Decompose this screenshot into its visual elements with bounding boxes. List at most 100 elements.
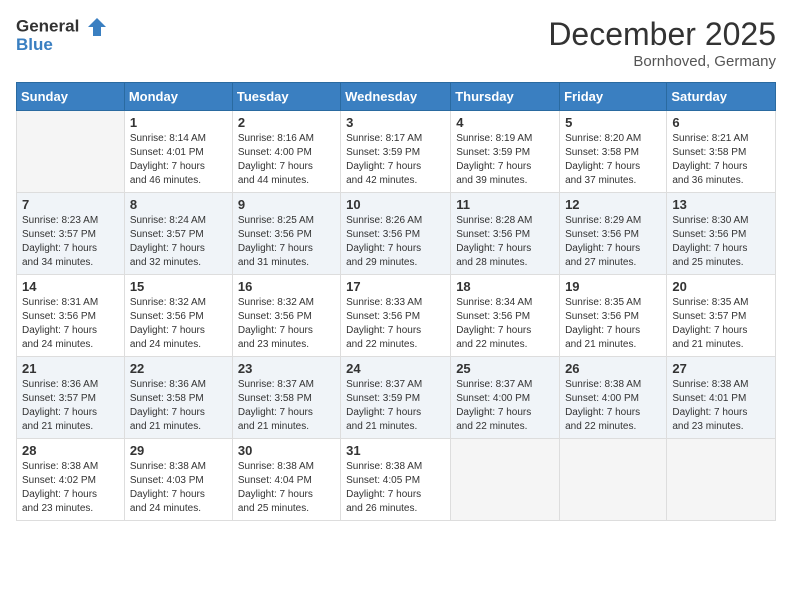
day-info: Sunrise: 8:24 AMSunset: 3:57 PMDaylight:… bbox=[130, 214, 227, 270]
calendar-cell: 6 Sunrise: 8:21 AMSunset: 3:58 PMDaylight… bbox=[667, 111, 776, 193]
calendar-cell: 18 Sunrise: 8:34 AMSunset: 3:56 PMDayligh… bbox=[451, 275, 560, 357]
day-info: Sunrise: 8:38 AMSunset: 4:01 PMDaylight:… bbox=[672, 378, 770, 434]
title-section: December 2025 Bornhoved, Germany bbox=[548, 16, 776, 70]
day-info: Sunrise: 8:38 AMSunset: 4:02 PMDaylight:… bbox=[22, 460, 119, 516]
month-title: December 2025 bbox=[548, 16, 776, 53]
weekday-header-friday: Friday bbox=[560, 83, 667, 111]
day-info: Sunrise: 8:14 AMSunset: 4:01 PMDaylight:… bbox=[130, 132, 227, 188]
day-number: 15 bbox=[130, 279, 227, 294]
day-info: Sunrise: 8:19 AMSunset: 3:59 PMDaylight:… bbox=[456, 132, 554, 188]
calendar-table: SundayMondayTuesdayWednesdayThursdayFrid… bbox=[16, 82, 776, 521]
calendar-cell: 3 Sunrise: 8:17 AMSunset: 3:59 PMDaylight… bbox=[341, 111, 451, 193]
calendar-cell bbox=[560, 439, 667, 521]
calendar-cell: 14 Sunrise: 8:31 AMSunset: 3:56 PMDayligh… bbox=[17, 275, 125, 357]
calendar-week-row: 7Sunrise: 8:23 AMSunset: 3:57 PMDaylight… bbox=[17, 193, 776, 275]
calendar-cell: 15 Sunrise: 8:32 AMSunset: 3:56 PMDayligh… bbox=[124, 275, 232, 357]
day-info: Sunrise: 8:20 AMSunset: 3:58 PMDaylight:… bbox=[565, 132, 661, 188]
calendar-cell: 22Sunrise: 8:36 AMSunset: 3:58 PMDayligh… bbox=[124, 357, 232, 439]
day-info: Sunrise: 8:37 AMSunset: 3:59 PMDaylight:… bbox=[346, 378, 445, 434]
day-info: Sunrise: 8:32 AMSunset: 3:56 PMDaylight:… bbox=[130, 296, 227, 352]
day-number: 30 bbox=[238, 443, 335, 458]
calendar-week-row: 21Sunrise: 8:36 AMSunset: 3:57 PMDayligh… bbox=[17, 357, 776, 439]
day-info: Sunrise: 8:31 AMSunset: 3:56 PMDaylight:… bbox=[22, 296, 119, 352]
weekday-header-tuesday: Tuesday bbox=[232, 83, 340, 111]
page-header: General Blue December 2025 Bornhoved, Ge… bbox=[16, 16, 776, 70]
calendar-cell: 24 Sunrise: 8:37 AMSunset: 3:59 PMDayligh… bbox=[341, 357, 451, 439]
day-number: 11 bbox=[456, 197, 554, 212]
calendar-cell: 10Sunrise: 8:26 AMSunset: 3:56 PMDayligh… bbox=[341, 193, 451, 275]
calendar-cell: 8 Sunrise: 8:24 AMSunset: 3:57 PMDaylight… bbox=[124, 193, 232, 275]
day-number: 1 bbox=[130, 115, 227, 130]
day-info: Sunrise: 8:16 AMSunset: 4:00 PMDaylight:… bbox=[238, 132, 335, 188]
calendar-week-row: 14 Sunrise: 8:31 AMSunset: 3:56 PMDayligh… bbox=[17, 275, 776, 357]
day-number: 5 bbox=[565, 115, 661, 130]
day-number: 6 bbox=[672, 115, 770, 130]
day-info: Sunrise: 8:37 AMSunset: 4:00 PMDaylight:… bbox=[456, 378, 554, 434]
weekday-header-saturday: Saturday bbox=[667, 83, 776, 111]
day-number: 21 bbox=[22, 361, 119, 376]
logo: General Blue bbox=[16, 16, 108, 55]
calendar-week-row: 28 Sunrise: 8:38 AMSunset: 4:02 PMDayligh… bbox=[17, 439, 776, 521]
day-number: 16 bbox=[238, 279, 335, 294]
calendar-cell: 23 Sunrise: 8:37 AMSunset: 3:58 PMDayligh… bbox=[232, 357, 340, 439]
calendar-cell: 30 Sunrise: 8:38 AMSunset: 4:04 PMDayligh… bbox=[232, 439, 340, 521]
weekday-header-thursday: Thursday bbox=[451, 83, 560, 111]
calendar-cell: 9Sunrise: 8:25 AMSunset: 3:56 PMDaylight… bbox=[232, 193, 340, 275]
day-number: 25 bbox=[456, 361, 554, 376]
day-number: 3 bbox=[346, 115, 445, 130]
day-number: 2 bbox=[238, 115, 335, 130]
calendar-cell: 5 Sunrise: 8:20 AMSunset: 3:58 PMDaylight… bbox=[560, 111, 667, 193]
weekday-header-sunday: Sunday bbox=[17, 83, 125, 111]
day-info: Sunrise: 8:28 AMSunset: 3:56 PMDaylight:… bbox=[456, 214, 554, 270]
calendar-cell bbox=[17, 111, 125, 193]
day-info: Sunrise: 8:35 AMSunset: 3:56 PMDaylight:… bbox=[565, 296, 661, 352]
day-info: Sunrise: 8:38 AMSunset: 4:05 PMDaylight:… bbox=[346, 460, 445, 516]
logo-blue: Blue bbox=[16, 36, 108, 55]
calendar-cell: 31 Sunrise: 8:38 AMSunset: 4:05 PMDayligh… bbox=[341, 439, 451, 521]
day-number: 10 bbox=[346, 197, 445, 212]
calendar-cell: 7Sunrise: 8:23 AMSunset: 3:57 PMDaylight… bbox=[17, 193, 125, 275]
weekday-header-row: SundayMondayTuesdayWednesdayThursdayFrid… bbox=[17, 83, 776, 111]
day-number: 29 bbox=[130, 443, 227, 458]
weekday-header-wednesday: Wednesday bbox=[341, 83, 451, 111]
calendar-week-row: 1 Sunrise: 8:14 AMSunset: 4:01 PMDaylight… bbox=[17, 111, 776, 193]
day-info: Sunrise: 8:17 AMSunset: 3:59 PMDaylight:… bbox=[346, 132, 445, 188]
day-number: 18 bbox=[456, 279, 554, 294]
calendar-cell: 26 Sunrise: 8:38 AMSunset: 4:00 PMDayligh… bbox=[560, 357, 667, 439]
day-number: 8 bbox=[130, 197, 227, 212]
day-number: 17 bbox=[346, 279, 445, 294]
day-info: Sunrise: 8:21 AMSunset: 3:58 PMDaylight:… bbox=[672, 132, 770, 188]
day-info: Sunrise: 8:34 AMSunset: 3:56 PMDaylight:… bbox=[456, 296, 554, 352]
day-info: Sunrise: 8:36 AMSunset: 3:58 PMDaylight:… bbox=[130, 378, 227, 434]
day-info: Sunrise: 8:30 AMSunset: 3:56 PMDaylight:… bbox=[672, 214, 770, 270]
calendar-cell: 19 Sunrise: 8:35 AMSunset: 3:56 PMDayligh… bbox=[560, 275, 667, 357]
day-number: 23 bbox=[238, 361, 335, 376]
calendar-cell: 25 Sunrise: 8:37 AMSunset: 4:00 PMDayligh… bbox=[451, 357, 560, 439]
calendar-cell: 1 Sunrise: 8:14 AMSunset: 4:01 PMDaylight… bbox=[124, 111, 232, 193]
day-number: 20 bbox=[672, 279, 770, 294]
day-number: 24 bbox=[346, 361, 445, 376]
day-number: 31 bbox=[346, 443, 445, 458]
weekday-header-monday: Monday bbox=[124, 83, 232, 111]
day-number: 28 bbox=[22, 443, 119, 458]
day-info: Sunrise: 8:25 AMSunset: 3:56 PMDaylight:… bbox=[238, 214, 335, 270]
day-info: Sunrise: 8:37 AMSunset: 3:58 PMDaylight:… bbox=[238, 378, 335, 434]
day-info: Sunrise: 8:33 AMSunset: 3:56 PMDaylight:… bbox=[346, 296, 445, 352]
day-number: 19 bbox=[565, 279, 661, 294]
day-number: 26 bbox=[565, 361, 661, 376]
calendar-cell: 29 Sunrise: 8:38 AMSunset: 4:03 PMDayligh… bbox=[124, 439, 232, 521]
day-info: Sunrise: 8:38 AMSunset: 4:03 PMDaylight:… bbox=[130, 460, 227, 516]
calendar-cell: 16Sunrise: 8:32 AMSunset: 3:56 PMDayligh… bbox=[232, 275, 340, 357]
calendar-cell bbox=[451, 439, 560, 521]
day-number: 4 bbox=[456, 115, 554, 130]
day-info: Sunrise: 8:38 AMSunset: 4:00 PMDaylight:… bbox=[565, 378, 661, 434]
day-number: 13 bbox=[672, 197, 770, 212]
day-number: 12 bbox=[565, 197, 661, 212]
logo-icon bbox=[86, 16, 108, 38]
day-number: 14 bbox=[22, 279, 119, 294]
calendar-cell: 11 Sunrise: 8:28 AMSunset: 3:56 PMDayligh… bbox=[451, 193, 560, 275]
day-number: 7 bbox=[22, 197, 119, 212]
calendar-cell bbox=[667, 439, 776, 521]
calendar-cell: 28 Sunrise: 8:38 AMSunset: 4:02 PMDayligh… bbox=[17, 439, 125, 521]
day-info: Sunrise: 8:38 AMSunset: 4:04 PMDaylight:… bbox=[238, 460, 335, 516]
